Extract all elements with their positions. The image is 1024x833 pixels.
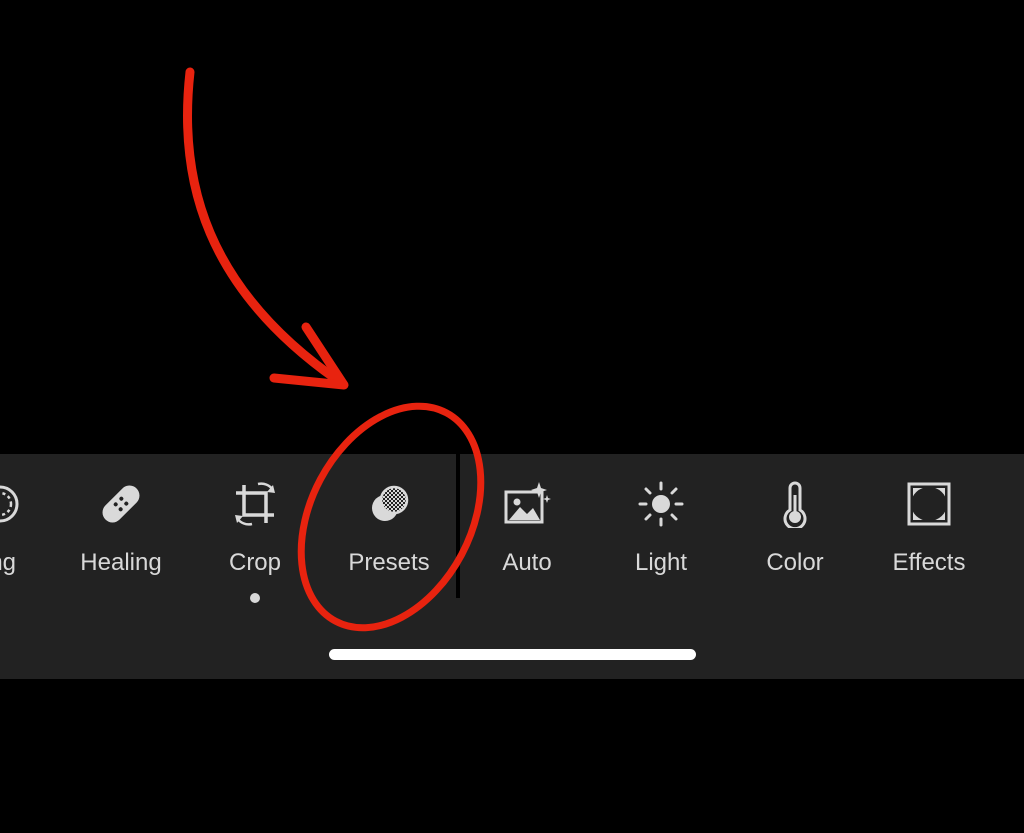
tool-label-crop: Crop	[228, 549, 282, 576]
active-tool-indicator	[250, 593, 260, 603]
presets-icon	[365, 480, 413, 528]
tool-crop[interactable]: Crop	[188, 454, 322, 604]
tool-auto[interactable]: Auto	[460, 454, 594, 604]
annotation-overlay	[182, 67, 485, 632]
tool-presets[interactable]: Presets	[322, 454, 456, 604]
sun-icon	[637, 480, 685, 528]
home-indicator[interactable]	[329, 649, 696, 660]
auto-image-sparkle-icon	[503, 480, 551, 528]
tool-effects[interactable]: Effects	[862, 454, 996, 604]
bandage-icon	[97, 480, 145, 528]
tool-color[interactable]: Color	[728, 454, 862, 604]
thermometer-icon	[771, 480, 819, 528]
tool-label-color: Color	[766, 549, 824, 576]
vignette-frame-icon	[905, 480, 953, 528]
tool-label-presets: Presets	[348, 549, 430, 576]
tool-label-light: Light	[634, 549, 688, 576]
edit-toolbar: ing Healing	[0, 454, 1024, 679]
masking-icon	[0, 480, 24, 528]
annotation-arrow-shaft	[182, 67, 348, 389]
tool-label-auto: Auto	[502, 549, 552, 576]
crop-rotate-icon	[231, 480, 279, 528]
tool-label-effects: Effects	[892, 549, 966, 576]
tool-label-healing: Healing	[80, 549, 162, 576]
tool-healing[interactable]: Healing	[54, 454, 188, 604]
tool-light[interactable]: Light	[594, 454, 728, 604]
annotation-arrow-head	[269, 322, 349, 390]
